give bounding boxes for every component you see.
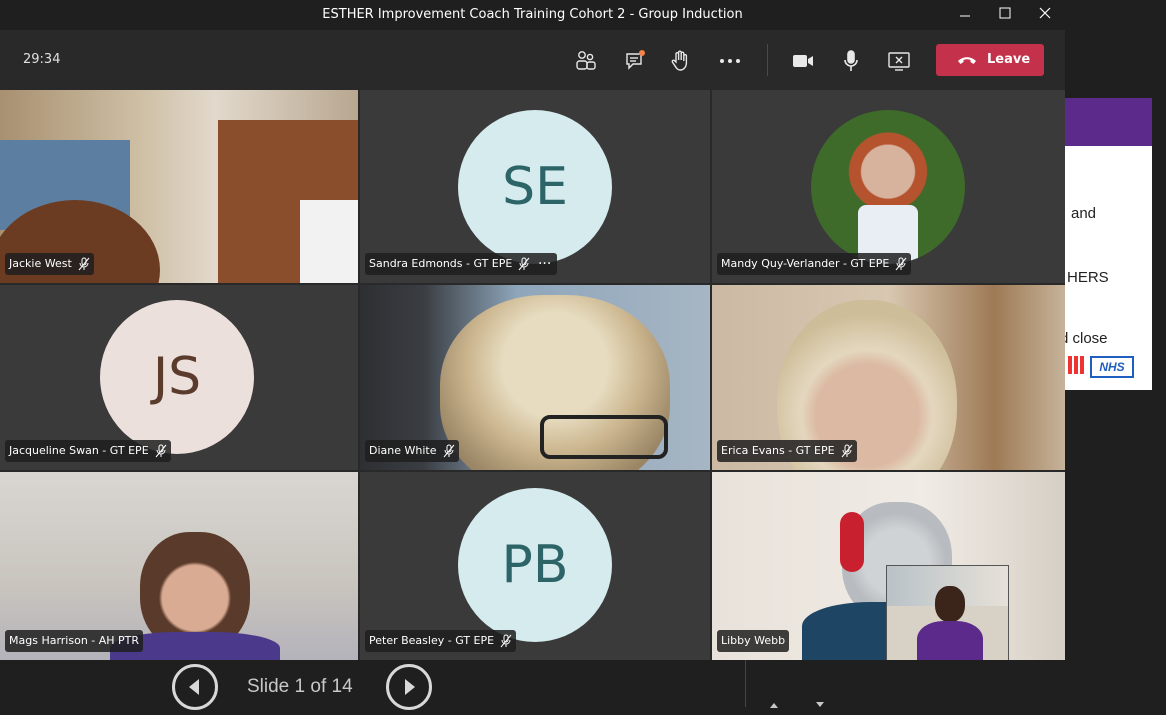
close-icon[interactable] xyxy=(1033,4,1057,26)
avatar: SE xyxy=(458,110,612,264)
video-window xyxy=(300,200,358,283)
participant-name-tag: Mandy Quy-Verlander - GT EPE xyxy=(717,253,912,275)
slide-header: t xyxy=(1065,98,1152,146)
participant-tile[interactable]: Mandy Quy-Verlander - GT EPE xyxy=(712,90,1065,283)
participant-tile[interactable]: Libby Webb xyxy=(712,472,1065,660)
mic-muted-icon xyxy=(78,257,90,279)
title-bar: ESTHER Improvement Coach Training Cohort… xyxy=(0,0,1065,30)
more-options-icon[interactable] xyxy=(717,48,743,74)
slide-line: d close xyxy=(1065,330,1108,347)
participant-tile[interactable]: Erica Evans - GT EPE xyxy=(712,285,1065,470)
slide-counter: Slide 1 of 14 xyxy=(247,676,353,697)
previous-slide-button[interactable] xyxy=(172,664,218,710)
camera-icon[interactable] xyxy=(790,48,816,74)
chevron-right-icon xyxy=(405,679,415,695)
participant-tile[interactable]: JS Jacqueline Swan - GT EPE xyxy=(0,285,358,470)
partner-logo-icon xyxy=(1068,356,1086,374)
participants-icon[interactable] xyxy=(573,48,599,74)
avatar-photo xyxy=(811,110,965,264)
nhs-logo: NHS xyxy=(1090,356,1134,378)
mic-muted-icon xyxy=(500,634,512,656)
hang-up-icon xyxy=(956,52,978,72)
more-icon[interactable]: ··· xyxy=(538,253,551,275)
next-slide-button[interactable] xyxy=(386,664,432,710)
presenter-controls: Slide 1 of 14 xyxy=(0,660,1166,710)
self-view-clothing xyxy=(917,621,983,660)
video-headphones xyxy=(840,512,864,572)
minimize-icon[interactable] xyxy=(953,4,977,26)
mic-muted-icon xyxy=(841,444,853,466)
mic-muted-icon xyxy=(895,257,907,279)
participant-name-tag: Peter Beasley - GT EPE xyxy=(365,630,517,652)
teams-meeting-window: ESTHER Improvement Coach Training Cohort… xyxy=(0,0,1065,660)
slide-line: and xyxy=(1071,205,1097,222)
participant-name-tag: Libby Webb xyxy=(717,630,790,652)
participant-tile[interactable]: PB Peter Beasley - GT EPE xyxy=(360,472,710,660)
participant-tile[interactable]: Mags Harrison - AH PTR xyxy=(0,472,358,660)
mic-muted-icon xyxy=(518,257,530,279)
chevron-left-icon xyxy=(189,679,199,695)
toolbar-divider xyxy=(767,44,768,76)
microphone-icon[interactable] xyxy=(838,48,864,74)
video-glasses xyxy=(540,415,668,459)
participant-name-tag: Sandra Edmonds - GT EPE ··· xyxy=(365,253,558,275)
expand-icon[interactable] xyxy=(768,696,828,715)
slide-line: HERS xyxy=(1067,269,1109,286)
meeting-timer: 29:34 xyxy=(23,52,61,67)
meeting-toolbar: 29:34 Leave xyxy=(0,30,1065,90)
participant-name-tag: Mags Harrison - AH PTR xyxy=(5,630,144,652)
self-view[interactable] xyxy=(886,565,1009,660)
participant-name-tag: Erica Evans - GT EPE xyxy=(717,440,857,462)
participant-name-tag: Jackie West xyxy=(5,253,94,275)
participant-tile[interactable]: SE Sandra Edmonds - GT EPE ··· xyxy=(360,90,710,283)
participant-name-tag: Diane White xyxy=(365,440,459,462)
stop-sharing-icon[interactable] xyxy=(886,48,912,74)
window-title: ESTHER Improvement Coach Training Cohort… xyxy=(322,7,743,22)
raise-hand-icon[interactable] xyxy=(668,48,694,74)
shared-slide-preview: t er and HERS d close NHS xyxy=(1065,98,1152,390)
participant-name-tag: Jacqueline Swan - GT EPE xyxy=(5,440,171,462)
maximize-icon[interactable] xyxy=(993,4,1017,26)
self-view-person xyxy=(935,586,965,622)
chat-icon[interactable] xyxy=(623,48,649,74)
mic-muted-icon xyxy=(155,444,167,466)
participant-tile[interactable]: Jackie West xyxy=(0,90,358,283)
avatar: JS xyxy=(100,300,254,454)
avatar: PB xyxy=(458,488,612,642)
participant-tile[interactable]: Diane White xyxy=(360,285,710,470)
leave-button[interactable]: Leave xyxy=(936,44,1044,76)
mic-muted-icon xyxy=(443,444,455,466)
bottom-divider xyxy=(745,660,746,707)
